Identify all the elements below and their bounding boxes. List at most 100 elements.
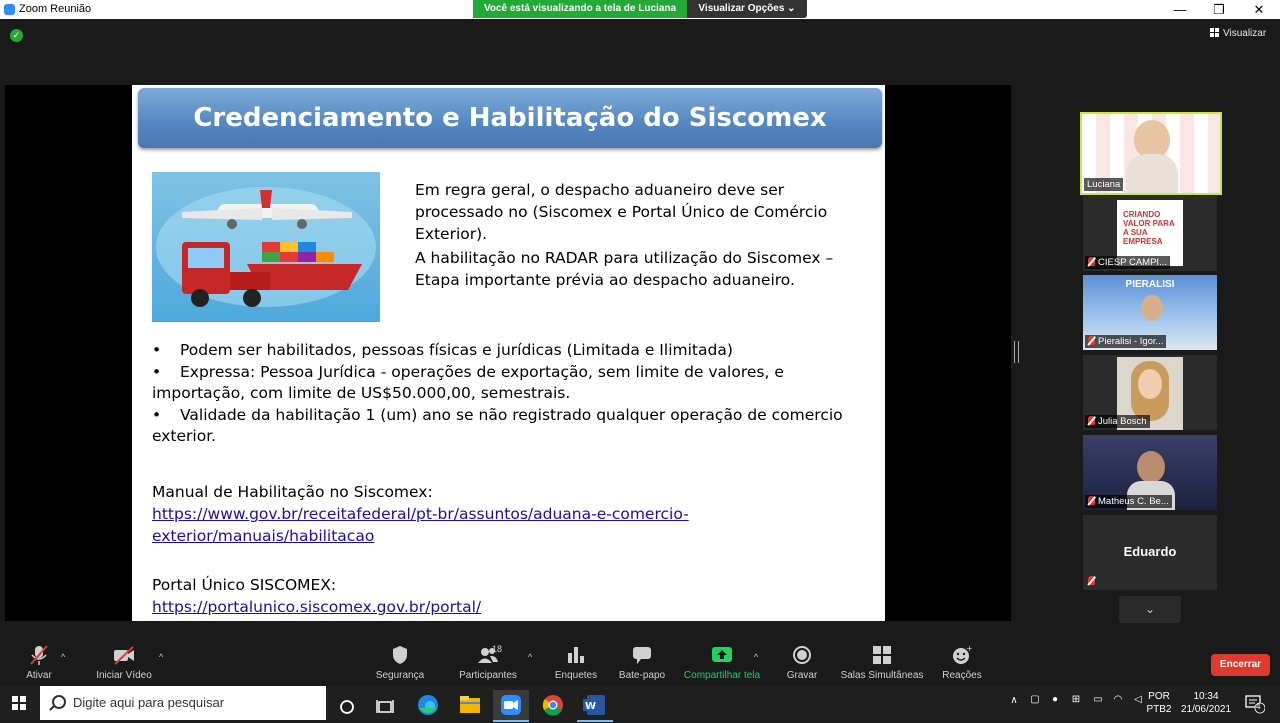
reactions-button[interactable]: + Reações [938,644,986,681]
start-video-label: Iniciar Vídeo [96,670,152,681]
word-app-icon[interactable]: W [577,690,613,722]
search-icon [52,695,66,709]
view-options-label: Visualizar Opções [698,3,785,14]
task-view-icon[interactable] [368,690,404,718]
muted-microphone-icon [28,644,50,666]
end-meeting-button[interactable]: Encerrar [1211,654,1270,676]
share-banner-text: Você está visualizando a tela de Luciana [473,0,687,18]
participant-tile-ciesp[interactable]: CRIANDO VALOR PARA A SUA EMPRESA CIESP C… [1083,196,1217,271]
windows-start-icon[interactable] [12,696,26,710]
taskbar-clock[interactable]: 10:34 21/06/2021 [1177,690,1235,716]
share-screen-icon [711,644,733,666]
record-icon [791,644,813,666]
start-video-button[interactable]: Iniciar Vídeo [92,644,156,681]
svg-text:W: W [585,701,596,712]
participants-options-caret[interactable]: ^ [528,652,532,662]
participant-tile-pieralisi[interactable]: PIERALISI Pieralisi - Igor... [1083,275,1217,350]
volume-icon[interactable]: ◁ [1130,694,1146,705]
participant-name: Pieralisi - Igor... [1098,336,1164,347]
notifications-button[interactable]: 4 [1243,692,1266,714]
manual-link-line2[interactable]: exterior/manuais/habilitacao [152,525,689,547]
participant-tile-matheus[interactable]: Matheus C. Be... [1083,435,1217,510]
muted-mic-icon [1088,496,1095,505]
tray-network-icon[interactable]: ⊞ [1068,694,1084,705]
portal-link[interactable]: https://portalunico.siscomex.gov.br/port… [152,596,481,618]
manual-link-line1[interactable]: https://www.gov.br/receitafederal/pt-br/… [152,503,689,525]
bullet-dot: • [152,405,162,424]
participant-tile-luciana[interactable]: Luciana [1080,112,1222,195]
video-options-caret[interactable]: ^ [159,652,163,662]
participant-face [1137,451,1165,483]
portal-label: Portal Único SISCOMEX: [152,576,337,594]
breakout-rooms-label: Salas Simultâneas [840,670,924,681]
muted-mic-icon [1088,416,1095,425]
gallery-next-page-button[interactable]: ⌄ [1119,596,1181,623]
close-window-button[interactable]: ✕ [1239,1,1279,18]
tray-device-icon[interactable]: ▢ [1028,694,1042,705]
search-placeholder: Digite aqui para pesquisar [73,695,225,710]
participant-body [1126,154,1178,193]
view-options-dropdown[interactable]: Visualizar Opções ⌄ [687,0,807,18]
muted-mic-icon [1088,336,1095,345]
participant-face [1138,369,1162,399]
clock-time: 10:34 [1193,691,1219,702]
security-button[interactable]: Segurança [372,644,428,681]
security-label: Segurança [375,670,425,681]
bullet-dot: • [152,362,162,381]
audio-options-caret[interactable]: ^ [61,652,65,662]
zoom-taskbar-icon[interactable] [493,690,529,722]
security-shield-icon[interactable]: ✓ [10,29,23,42]
portal-block: Portal Único SISCOMEX: https://portaluni… [152,574,481,618]
zoom-app-icon [4,4,15,15]
meeting-toolbar: Ativar ^ Iniciar Vídeo ^ Segurança 18 Pa… [0,638,1280,686]
participant-name: Julia Bosch [1098,416,1147,427]
participant-tile-julia[interactable]: Julia Bosch [1083,355,1217,430]
participants-count: 18 [492,644,503,654]
clock-date: 21/06/2021 [1180,704,1232,715]
bullet-dot: • [152,341,162,359]
breakout-rooms-button[interactable]: Salas Simultâneas [840,644,924,681]
participants-label: Participantes [459,670,517,681]
file-explorer-icon[interactable] [452,690,488,718]
view-layout-label: Visualizar [1223,28,1267,39]
slide-bullet-list: • Podem ser habilitados, pessoas físicas … [152,340,872,448]
minimize-button[interactable]: — [1160,1,1200,18]
participant-tile-eduardo[interactable]: Eduardo [1083,515,1217,590]
chat-button[interactable]: Bate-papo [615,644,669,681]
slide-title: Credenciamento e Habilitação do Siscomex [138,88,882,148]
tray-overflow-icon[interactable]: ∧ [1007,695,1021,706]
participant-name-box: Matheus C. Be... [1085,495,1172,508]
pieralisi-banner: PIERALISI [1125,279,1175,290]
unmute-button[interactable]: Ativar [22,644,56,681]
participant-name-box: Julia Bosch [1085,415,1150,428]
slide-paragraph-1: Em regra geral, o despacho aduaneiro dev… [415,181,828,243]
view-layout-button[interactable]: Visualizar [1210,28,1266,39]
wifi-icon[interactable]: ◠ [1110,694,1126,705]
participant-name-box: Pieralisi - Igor... [1085,335,1167,348]
share-screen-label: Compartilhar tela [683,670,761,681]
reactions-label: Reações [942,670,982,681]
maximize-button[interactable]: ❐ [1199,1,1239,18]
notification-icon [1245,695,1266,714]
splitter-handle[interactable] [1014,341,1019,363]
screen-share-banner: Você está visualizando a tela de Luciana… [473,0,807,18]
participants-button[interactable]: 18 Participantes [456,644,520,681]
bullet-item: • Podem ser habilitados, pessoas físicas … [152,340,872,362]
chrome-browser-icon[interactable] [535,690,571,718]
svg-text:+: + [966,644,973,653]
cortana-circle-icon[interactable] [330,690,366,718]
share-options-caret[interactable]: ^ [754,652,758,662]
polls-button[interactable]: Enquetes [552,644,600,681]
record-button[interactable]: Gravar [780,644,824,681]
battery-icon[interactable]: ▭ [1090,694,1106,705]
muted-indicator [1085,575,1101,588]
edge-browser-icon[interactable] [410,690,446,718]
share-screen-button[interactable]: Compartilhar tela [680,644,764,681]
language-indicator[interactable]: POR PTB2 [1146,690,1172,716]
taskbar-search-box[interactable]: Digite aqui para pesquisar [40,686,326,720]
transport-illustration [152,172,380,322]
window-titlebar: Zoom Reunião Você está visualizando a te… [0,0,1280,19]
tray-microphone-icon[interactable]: ● [1048,694,1062,705]
windows-taskbar: Digite aqui para pesquisar W ∧ ▢ ● ⊞ ▭ ◠… [0,686,1280,722]
slide-paragraph-2: A habilitação no RADAR para utilização d… [415,249,834,289]
